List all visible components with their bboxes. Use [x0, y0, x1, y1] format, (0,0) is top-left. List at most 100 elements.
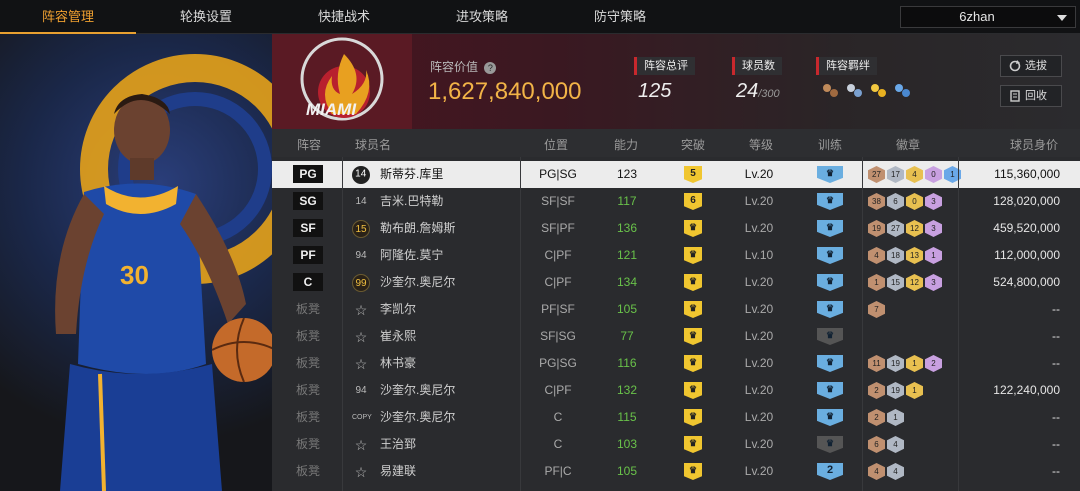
badge-icon[interactable]: 19 — [887, 355, 904, 372]
training-icon[interactable]: ♛ — [817, 355, 843, 372]
jersey-number: 14 — [348, 162, 374, 188]
player-name[interactable]: 林书豪 — [380, 350, 416, 377]
training-icon[interactable]: ♛ — [817, 247, 843, 264]
player-name[interactable]: 沙奎尔.奥尼尔 — [380, 404, 455, 431]
col-training[interactable]: 训练 — [818, 136, 842, 153]
pick-button[interactable]: 选拔 — [1000, 55, 1062, 77]
badge-icon[interactable]: 18 — [887, 247, 904, 264]
player-name[interactable]: 勒布朗.詹姆斯 — [380, 215, 455, 242]
training-icon[interactable]: ♛ — [817, 193, 843, 210]
slot-bench[interactable]: 板凳 — [296, 431, 320, 458]
badge-icon[interactable]: 1 — [887, 409, 904, 426]
badge-icon[interactable]: 6 — [887, 193, 904, 210]
badge-icon[interactable]: 4 — [868, 463, 885, 480]
col-slot[interactable]: 阵容 — [297, 136, 321, 153]
player-name[interactable]: 易建联 — [380, 458, 416, 485]
badge-icon[interactable]: 2 — [925, 355, 942, 372]
badge-icon[interactable]: 3 — [925, 220, 942, 237]
badge-icon[interactable]: 3 — [925, 193, 942, 210]
tab-defense[interactable]: 防守策略 — [552, 0, 688, 34]
player-name[interactable]: 崔永熙 — [380, 323, 416, 350]
recycle-button[interactable]: 回收 — [1000, 85, 1062, 107]
badge-icon[interactable]: 15 — [887, 274, 904, 291]
badge-icon[interactable]: 1 — [906, 382, 923, 399]
crown-icon: ♛ — [684, 247, 702, 264]
badge-icon[interactable]: 17 — [887, 166, 904, 183]
player-name[interactable]: 沙奎尔.奥尼尔 — [380, 269, 455, 296]
badge-icon[interactable]: 0 — [906, 193, 923, 210]
badge-icon[interactable]: 0 — [925, 166, 942, 183]
slot-badge[interactable]: C — [293, 273, 323, 291]
slot-bench[interactable]: 板凳 — [296, 350, 320, 377]
badge-icon[interactable]: 1 — [925, 247, 942, 264]
badge-icon[interactable]: 38 — [868, 193, 885, 210]
bond-bronze-icon[interactable] — [820, 82, 840, 100]
player-level: Lv.20 — [744, 437, 774, 451]
training-icon[interactable]: ♛ — [817, 301, 843, 318]
badge-icon[interactable]: 27 — [868, 166, 885, 183]
slot-badge[interactable]: SF — [293, 219, 323, 237]
bond-blue-icon[interactable] — [892, 82, 912, 100]
col-level[interactable]: 等级 — [749, 136, 773, 153]
col-name[interactable]: 球员名 — [355, 136, 391, 153]
player-name[interactable]: 沙奎尔.奥尼尔 — [380, 377, 455, 404]
tab-rotation[interactable]: 轮换设置 — [136, 0, 276, 34]
slot-badge[interactable]: PF — [293, 246, 323, 264]
badge-icon[interactable]: 2 — [868, 409, 885, 426]
training-icon[interactable]: ♛ — [817, 382, 843, 399]
col-badges[interactable]: 徽章 — [896, 136, 920, 153]
badge-icon[interactable]: 3 — [925, 274, 942, 291]
player-name[interactable]: 王治郅 — [380, 431, 416, 458]
badge-icon[interactable]: 4 — [906, 166, 923, 183]
tab-lineup[interactable]: 阵容管理 — [0, 0, 136, 34]
badge-icon[interactable]: 13 — [906, 247, 923, 264]
badge-icon[interactable]: 4 — [887, 463, 904, 480]
badge-icon[interactable]: 19 — [887, 382, 904, 399]
badge-icon[interactable]: 2 — [868, 382, 885, 399]
player-price: 128,020,000 — [993, 194, 1060, 208]
badge-icon[interactable]: 11 — [868, 355, 885, 372]
badge-icon[interactable]: 19 — [868, 220, 885, 237]
tab-offense[interactable]: 进攻策略 — [412, 0, 552, 34]
bond-silver-icon[interactable] — [844, 82, 864, 100]
slot-badge[interactable]: SG — [293, 192, 323, 210]
player-name[interactable]: 斯蒂芬.库里 — [380, 161, 443, 188]
badge-icon[interactable]: 1 — [868, 274, 885, 291]
badge-icon[interactable]: 7 — [868, 301, 885, 318]
badge-icon[interactable]: 6 — [868, 436, 885, 453]
badge-icon[interactable]: 12 — [906, 220, 923, 237]
player-level: Lv.20 — [744, 221, 774, 235]
slot-bench[interactable]: 板凳 — [296, 404, 320, 431]
slot-bench[interactable]: 板凳 — [296, 377, 320, 404]
user-dropdown[interactable]: 6zhan — [900, 6, 1076, 28]
document-icon — [1010, 90, 1020, 102]
slot-bench[interactable]: 板凳 — [296, 323, 320, 350]
training-icon[interactable]: ♛ — [817, 409, 843, 426]
badge-icon[interactable]: 1 — [906, 355, 923, 372]
slot-badge[interactable]: PG — [293, 165, 323, 183]
player-position: C|PF — [544, 275, 572, 289]
training-icon[interactable]: ♛ — [817, 328, 843, 345]
col-breakthrough[interactable]: 突破 — [681, 136, 705, 153]
slot-bench[interactable]: 板凳 — [296, 296, 320, 323]
help-icon[interactable]: ? — [484, 62, 497, 74]
badge-icon[interactable]: 12 — [906, 274, 923, 291]
training-icon[interactable]: ♛ — [817, 166, 843, 183]
badge-icon[interactable]: 27 — [887, 220, 904, 237]
player-name[interactable]: 阿隆佐.莫宁 — [380, 242, 443, 269]
slot-bench[interactable]: 板凳 — [296, 458, 320, 485]
player-name[interactable]: 李凯尔 — [380, 296, 416, 323]
col-position[interactable]: 位置 — [544, 136, 568, 153]
player-name[interactable]: 吉米.巴特勒 — [380, 188, 443, 215]
bond-icons[interactable] — [820, 82, 912, 102]
training-icon[interactable]: ♛ — [817, 436, 843, 453]
badge-icon[interactable]: 4 — [887, 436, 904, 453]
training-icon[interactable]: 2 — [817, 463, 843, 480]
training-icon[interactable]: ♛ — [817, 274, 843, 291]
training-icon[interactable]: ♛ — [817, 220, 843, 237]
badge-icon[interactable]: 4 — [868, 247, 885, 264]
col-overall[interactable]: 能力 — [614, 136, 638, 153]
bond-gold-icon[interactable] — [868, 82, 888, 100]
tab-quick-tactics[interactable]: 快捷战术 — [276, 0, 412, 34]
col-price[interactable]: 球员身价 — [1010, 136, 1058, 153]
